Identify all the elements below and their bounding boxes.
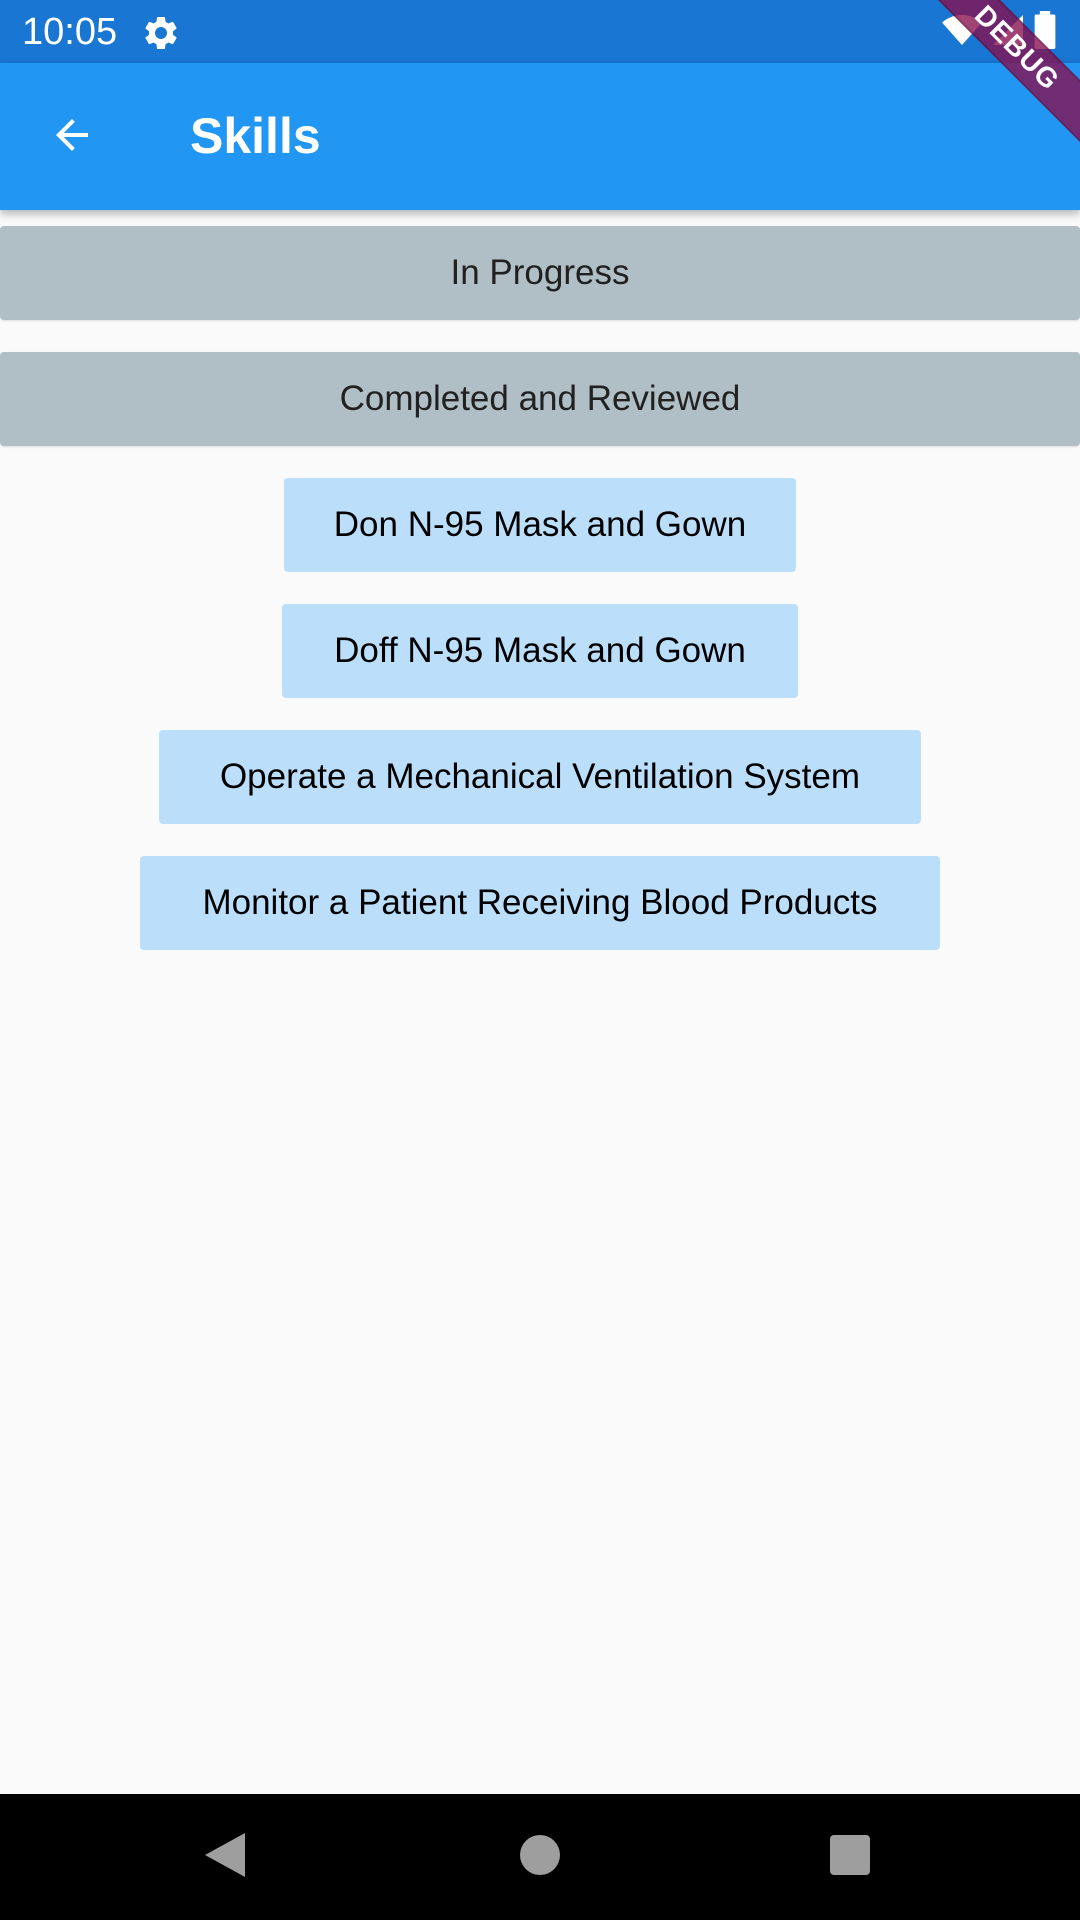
recents-square-icon [830,1834,870,1880]
skill-blood-products-button[interactable]: Monitor a Patient Receiving Blood Produc… [140,856,940,950]
back-button[interactable] [32,101,112,173]
skill-mechanical-ventilation-button[interactable]: Operate a Mechanical Ventilation System [159,730,921,824]
page-title: Skills [190,108,321,164]
skill-doff-n95-button[interactable]: Doff N-95 Mask and Gown [282,604,798,698]
skills-screen: 10:05 Skills DEBUG In Progress Completed… [0,0,1080,1920]
skills-content: In Progress Completed and Reviewed Don N… [0,210,1080,1794]
arrow-back-icon [48,111,96,164]
app-bar: Skills [0,63,1080,210]
nav-recents-button[interactable] [820,1827,880,1887]
settings-gear-icon [141,13,181,53]
system-nav-bar [0,1794,1080,1920]
back-triangle-icon [203,1831,247,1884]
skill-don-n95-button[interactable]: Don N-95 Mask and Gown [284,478,796,572]
completed-reviewed-section-button[interactable]: Completed and Reviewed [0,352,1080,446]
status-time: 10:05 [22,11,118,53]
in-progress-section-button[interactable]: In Progress [0,226,1080,320]
nav-back-button[interactable] [195,1827,255,1887]
home-circle-icon [518,1833,562,1882]
nav-home-button[interactable] [510,1827,570,1887]
status-bar: 10:05 [0,0,1080,63]
